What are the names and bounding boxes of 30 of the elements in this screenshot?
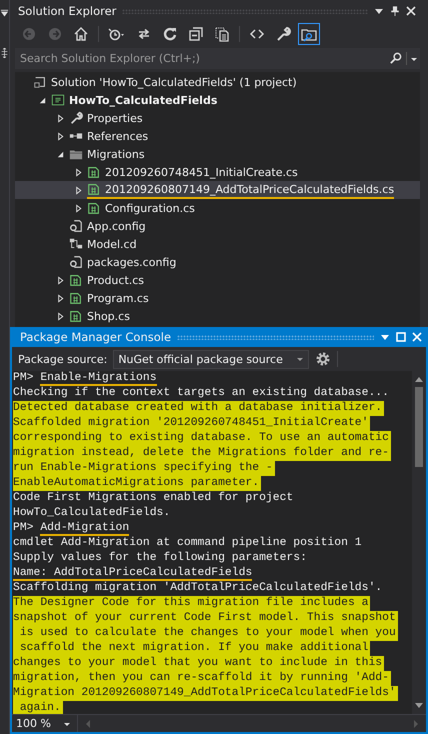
output-line: HowTo_CalculatedFields.	[13, 506, 170, 521]
search-field[interactable]: Search Solution Explorer (Ctrl+;)	[20, 52, 389, 65]
output-line: Scaffolding migration 'AddTotalPriceCalculatedFields'.	[13, 581, 382, 596]
output-line: cmdlet Add-Migration at command pipeline position 1	[13, 536, 362, 551]
tree-item[interactable]: Program.cs	[15, 289, 420, 307]
tree-item[interactable]: Migrations	[15, 145, 420, 163]
tree-item[interactable]: Shop.cs	[15, 307, 420, 325]
tree-item[interactable]: References	[15, 127, 420, 145]
command-line: PM> Add-Migration	[13, 521, 130, 536]
output-line: Code First Migrations enabled for project	[13, 491, 294, 506]
panel-title: Package Manager Console	[20, 330, 172, 344]
tree-item[interactable]: App.config	[15, 217, 420, 235]
source-label: Package source:	[18, 352, 108, 366]
panel-title: Solution Explorer	[18, 4, 116, 18]
output-line: Supply values for the following parameters:	[13, 551, 307, 566]
tree-item[interactable]: packages.config	[15, 253, 420, 271]
zoom-dropdown[interactable]: 100 %	[12, 715, 78, 732]
tree-item[interactable]: 201209260748451_InitialCreate.cs	[15, 163, 420, 181]
tree-item[interactable]: HowTo_CalculatedFields	[15, 91, 420, 109]
tree-item[interactable]: Product.cs	[15, 271, 420, 289]
search-box[interactable]: Search Solution Explorer (Ctrl+;)	[15, 48, 420, 69]
tree-item[interactable]: Model.cd	[15, 235, 420, 253]
tree-item[interactable]: 201209260807149_AddTotalPriceCalculatedFields.cs	[15, 181, 420, 199]
tree-item[interactable]: Solution 'HowTo_CalculatedFields' (1 project)	[15, 73, 420, 91]
output-line: Checking if the context targets an existing database...	[13, 386, 389, 401]
command-line: PM> Enable-Migrations	[13, 371, 157, 386]
output-line: Name: AddTotalPriceCalculatedFields	[13, 566, 252, 581]
tree-item[interactable]: Properties	[15, 109, 420, 127]
source-dropdown[interactable]: NuGet official package source	[113, 350, 310, 368]
tree-item[interactable]: Configuration.cs	[15, 199, 420, 217]
